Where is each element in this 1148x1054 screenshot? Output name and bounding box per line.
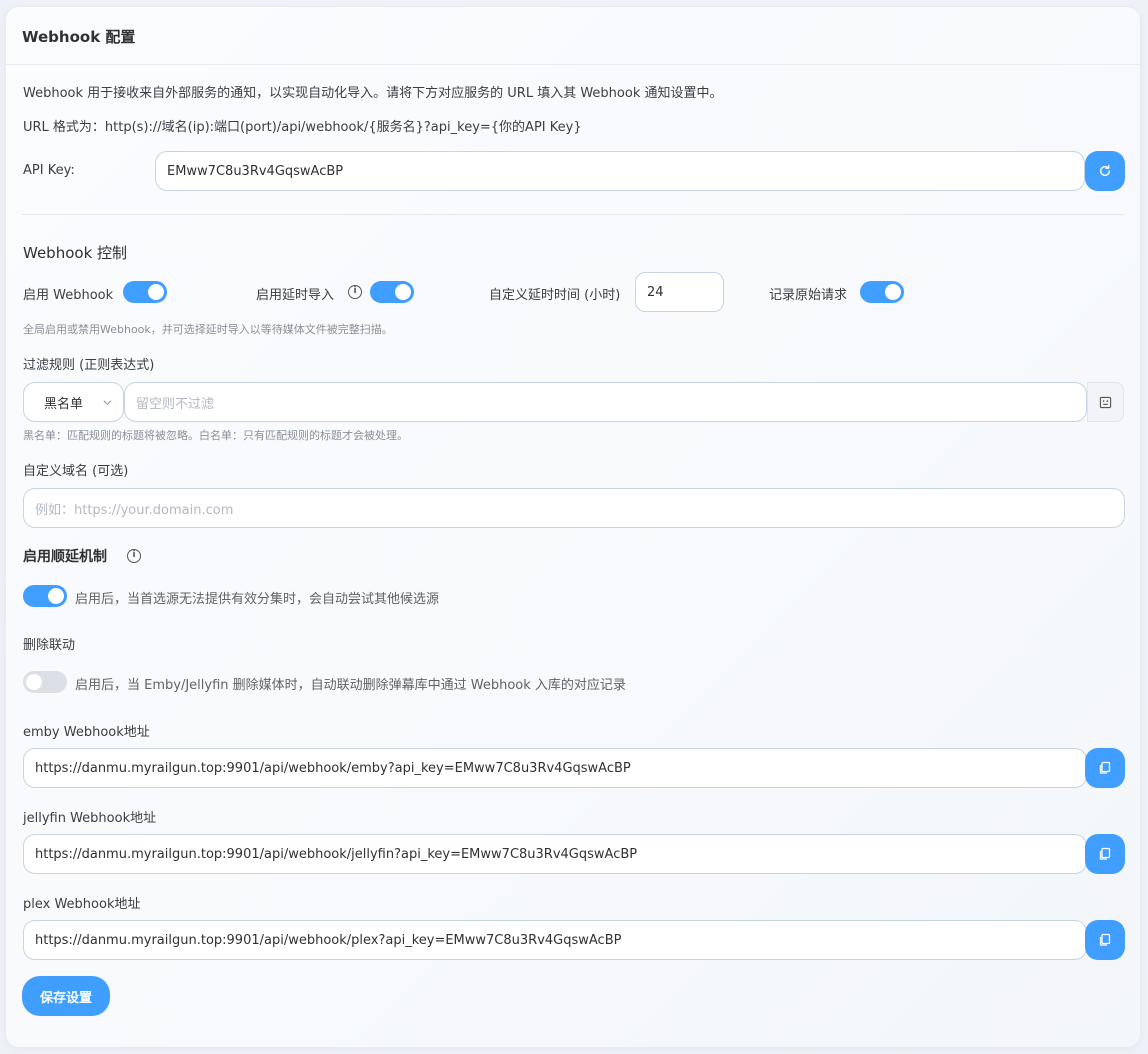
jellyfin-url-input[interactable]: https://danmu.myrailgun.top:9901/api/web… <box>23 834 1087 874</box>
jellyfin-url-value: https://danmu.myrailgun.top:9901/api/web… <box>35 846 638 862</box>
fallback-toggle[interactable] <box>23 585 67 607</box>
card-header: Webhook 配置 <box>6 7 1140 65</box>
filter-mode-value: 黑名单 <box>44 396 84 412</box>
copy-icon <box>1099 761 1111 774</box>
domain-title: 自定义域名 (可选) <box>23 464 129 479</box>
copy-jellyfin-url-button[interactable] <box>1085 834 1125 874</box>
regex-helper-icon <box>1099 396 1112 408</box>
api-key-input[interactable]: EMww7C8u3Rv4GqswAcBP <box>155 151 1085 191</box>
filter-regex-placeholder: 留空则不过滤 <box>136 396 215 412</box>
copy-plex-url-button[interactable] <box>1085 920 1125 960</box>
api-key-label: API Key: <box>23 163 75 178</box>
divider <box>22 214 1124 215</box>
info-icon[interactable]: i <box>127 549 141 563</box>
enable-webhook-label: 启用 Webhook <box>23 288 114 303</box>
plex-url-input[interactable]: https://danmu.myrailgun.top:9901/api/web… <box>23 920 1087 960</box>
copy-emby-url-button[interactable] <box>1085 748 1125 788</box>
description-text: Webhook 用于接收来自外部服务的通知，以实现自动化导入。请将下方对应服务的… <box>23 86 723 101</box>
delay-hours-value: 24 <box>647 284 664 300</box>
delay-import-label: 启用延时导入 <box>256 288 335 303</box>
url-format-text: URL 格式为：http(s)://域名(ip):端口(port)/api/we… <box>23 120 582 135</box>
emby-url-label: emby Webhook地址 <box>23 725 150 740</box>
api-key-value: EMww7C8u3Rv4GqswAcBP <box>167 163 344 179</box>
emby-url-value: https://danmu.myrailgun.top:9901/api/web… <box>35 760 631 776</box>
save-settings-button[interactable]: 保存设置 <box>22 976 110 1016</box>
control-section-title: Webhook 控制 <box>23 244 128 262</box>
delay-hours-label: 自定义延时时间 (小时) <box>489 288 621 303</box>
plex-url-label: plex Webhook地址 <box>23 897 141 912</box>
webhook-config-card: Webhook 配置 Webhook 用于接收来自外部服务的通知，以实现自动化导… <box>5 6 1141 1048</box>
copy-icon <box>1099 847 1111 860</box>
plex-url-value: https://danmu.myrailgun.top:9901/api/web… <box>35 932 622 948</box>
fallback-title: 启用顺延机制 <box>23 549 107 565</box>
custom-domain-input[interactable]: 例如：https://your.domain.com <box>23 488 1125 528</box>
delay-hours-input[interactable]: 24 <box>635 272 724 312</box>
jellyfin-url-label: jellyfin Webhook地址 <box>23 811 157 826</box>
copy-icon <box>1099 933 1111 946</box>
filter-hint: 黑名单：匹配规则的标题将被忽略。白名单：只有匹配规则的标题才会被处理。 <box>23 429 408 442</box>
filter-title: 过滤规则 (正则表达式) <box>23 358 155 373</box>
custom-domain-placeholder: 例如：https://your.domain.com <box>35 502 234 518</box>
chevron-down-icon <box>103 400 112 406</box>
emby-url-input[interactable]: https://danmu.myrailgun.top:9901/api/web… <box>23 748 1087 788</box>
enable-webhook-toggle[interactable] <box>123 281 167 303</box>
refresh-icon <box>1099 164 1111 177</box>
fallback-desc: 启用后，当首选源无法提供有效分集时，会自动尝试其他候选源 <box>75 592 440 607</box>
info-icon[interactable]: i <box>348 285 362 299</box>
regenerate-key-button[interactable] <box>1085 151 1125 191</box>
delete-link-desc: 启用后，当 Emby/Jellyfin 删除媒体时，自动联动删除弹幕库中通过 W… <box>75 678 626 693</box>
filter-mode-select[interactable]: 黑名单 <box>23 382 124 422</box>
log-raw-label: 记录原始请求 <box>769 288 848 303</box>
filter-regex-input[interactable]: 留空则不过滤 <box>124 382 1087 422</box>
delete-link-toggle[interactable] <box>23 671 67 693</box>
delete-link-title: 删除联动 <box>23 638 76 653</box>
control-hint: 全局启用或禁用Webhook，并可选择延时导入以等待媒体文件被完整扫描。 <box>23 323 393 336</box>
page-title: Webhook 配置 <box>22 28 136 46</box>
delay-import-toggle[interactable] <box>370 281 414 303</box>
regex-helper-button[interactable] <box>1087 382 1124 422</box>
log-raw-toggle[interactable] <box>860 281 904 303</box>
